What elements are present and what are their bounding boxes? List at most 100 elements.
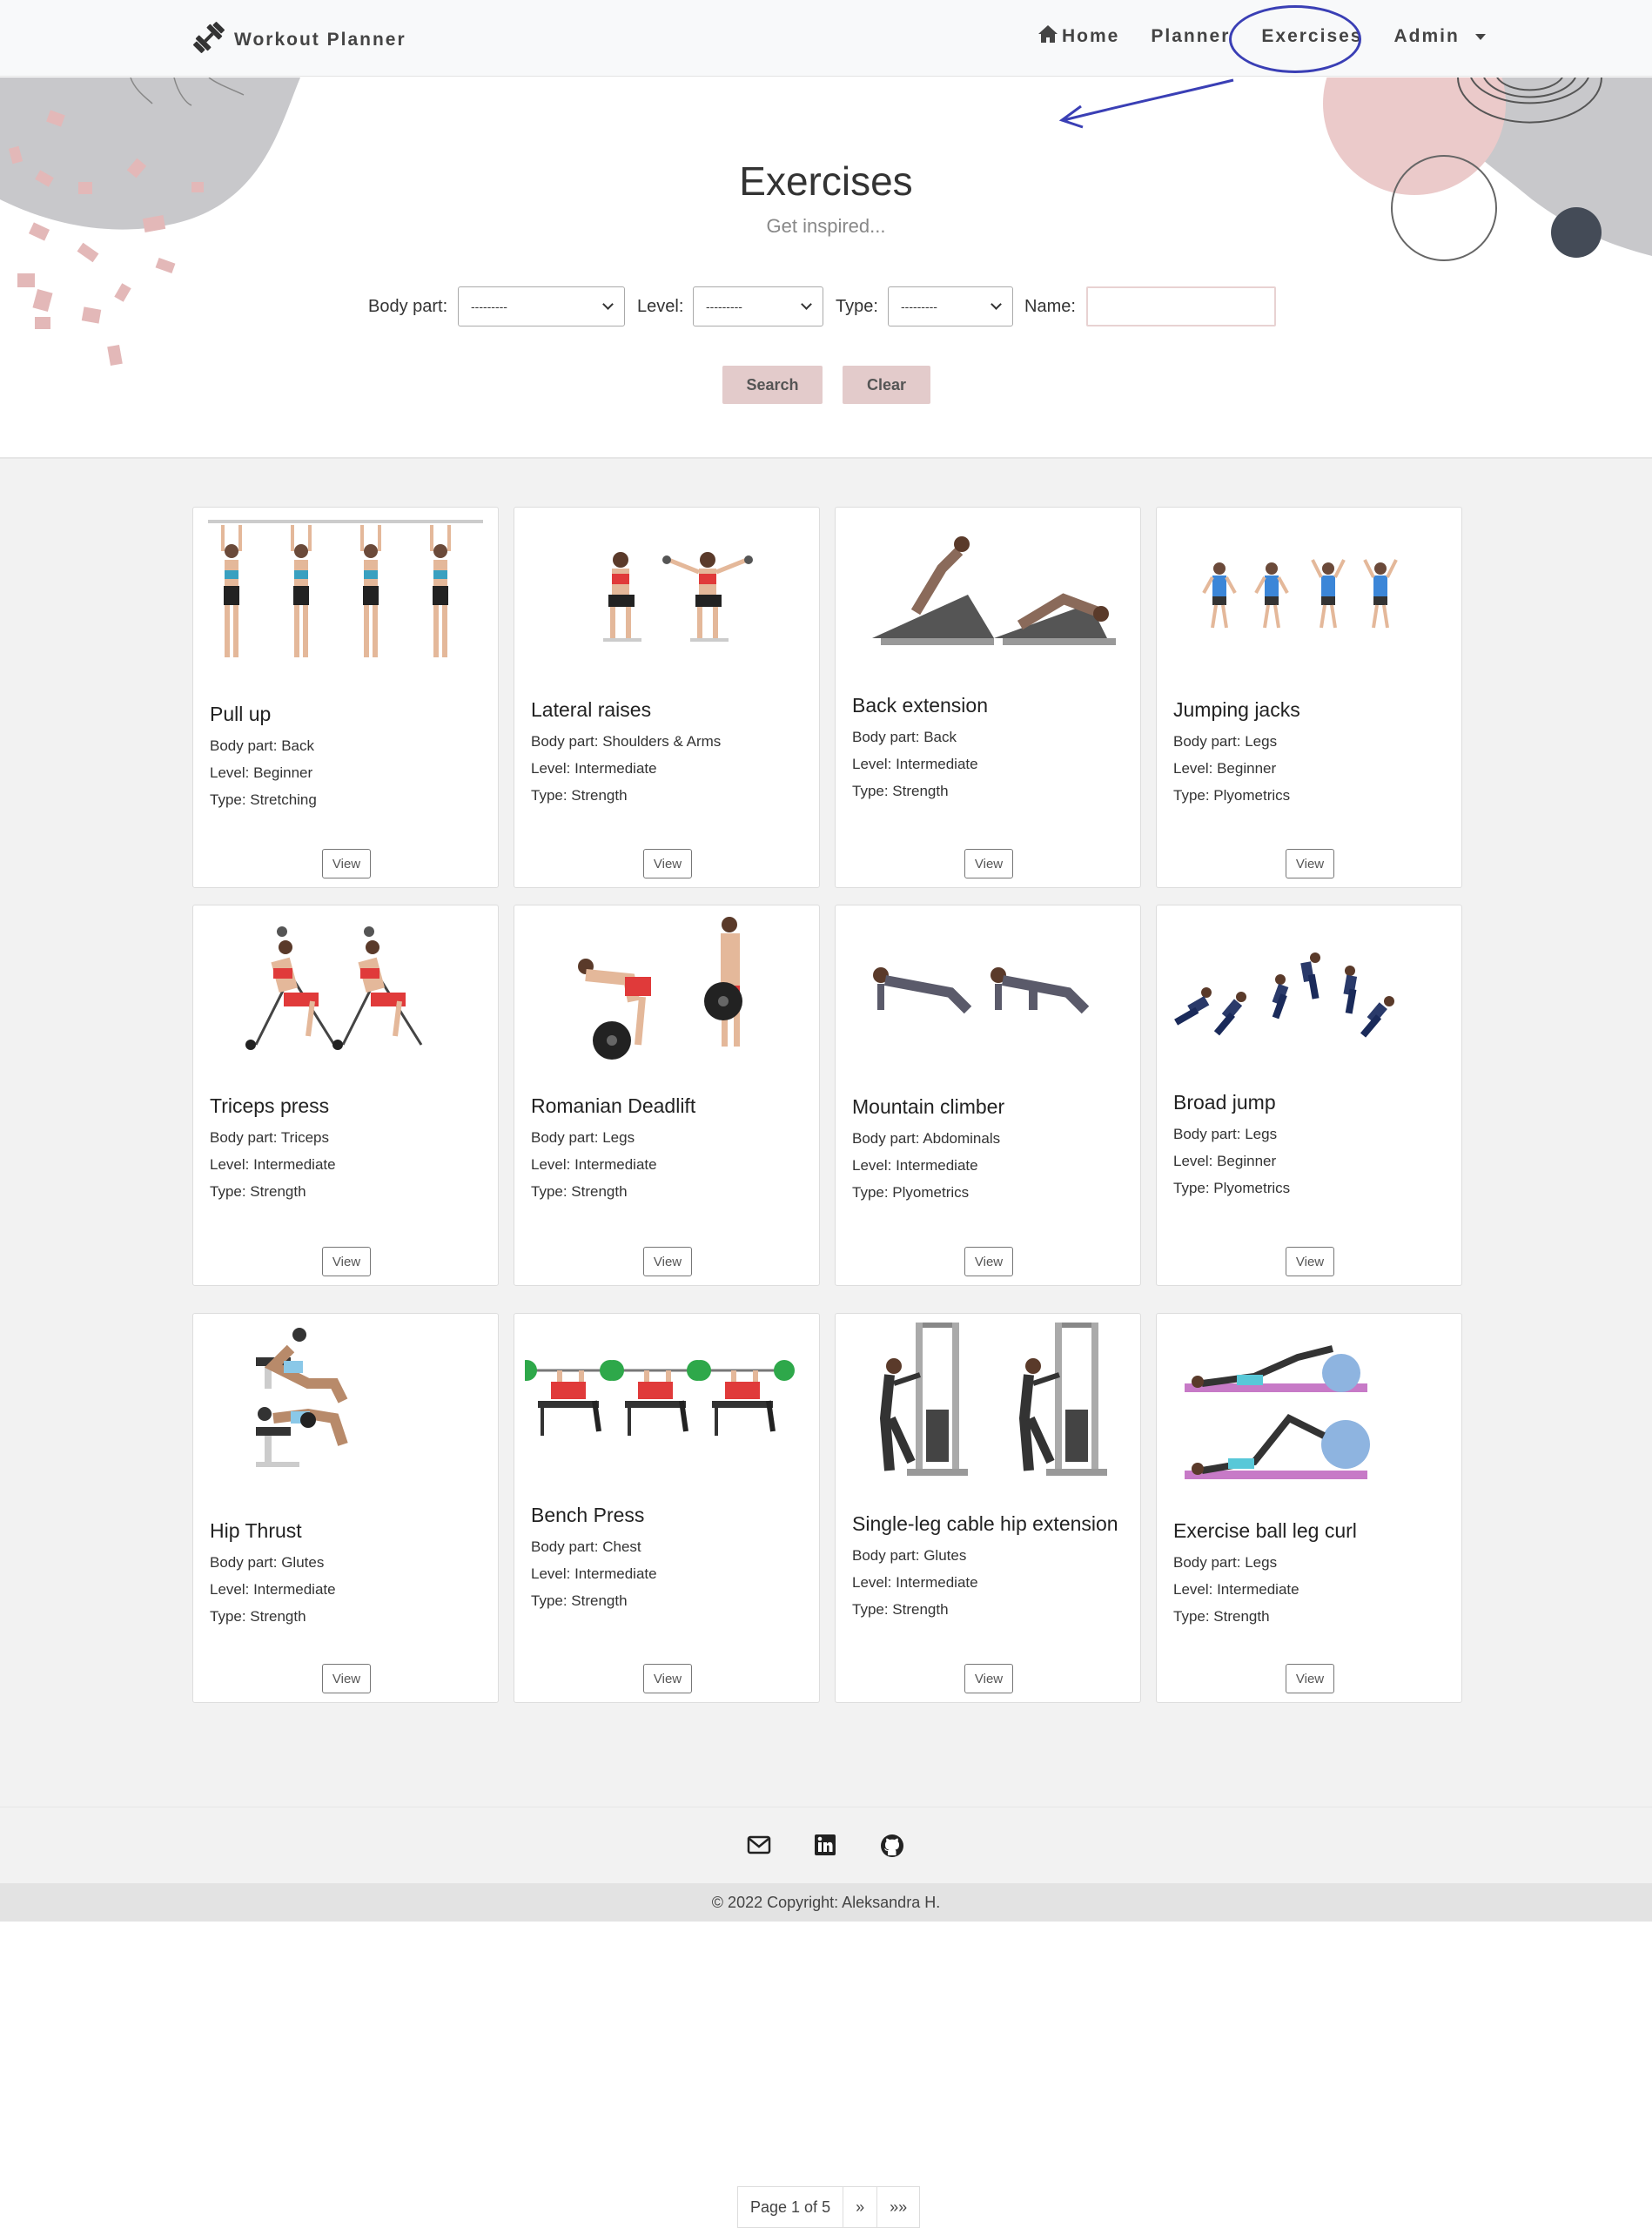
exercise-name: Jumping jacks: [1173, 698, 1300, 721]
decorative-background: [0, 77, 1652, 367]
exercise-type: Type: Strength: [531, 1592, 628, 1609]
level-label: Level:: [637, 297, 684, 316]
exercise-image: [578, 917, 742, 1060]
exercise-level: Level: Intermediate: [531, 1156, 657, 1173]
mail-icon[interactable]: [747, 1834, 771, 1861]
exercise-card: Romanian Deadlift Body part: Legs Level: I…: [514, 905, 820, 1286]
next-page-button[interactable]: »: [843, 2187, 878, 2227]
exercise-image: [1174, 952, 1394, 1038]
exercise-body-part: Body part: Shoulders & Arms: [531, 733, 722, 750]
chevron-down-icon: [602, 299, 614, 310]
exercise-details: Body part: Triceps Level: Intermediate Typ…: [210, 1124, 336, 1205]
view-button[interactable]: View: [1286, 1247, 1334, 1276]
exercise-image: [873, 967, 1090, 1014]
page-indicator: Page 1 of 5: [738, 2187, 844, 2227]
exercise-name: Exercise ball leg curl: [1173, 1519, 1357, 1542]
view-button[interactable]: View: [643, 849, 692, 878]
exercise-level: Level: Intermediate: [852, 1574, 978, 1591]
exercise-level: Level: Intermediate: [531, 1565, 657, 1582]
copyright: © 2022 Copyright: Aleksandra H.: [0, 1883, 1652, 1922]
dumbbell-icon: [191, 19, 227, 60]
pagination: Page 1 of 5 » »»: [737, 2186, 921, 2228]
exercise-name: Bench Press: [531, 1504, 645, 1526]
type-select[interactable]: ---------: [888, 286, 1013, 326]
exercise-level: Level: Intermediate: [852, 756, 978, 772]
exercise-type: Type: Stretching: [210, 791, 317, 808]
exercise-level: Level: Intermediate: [531, 760, 657, 777]
exercise-details: Body part: Chest Level: Intermediate Type:…: [531, 1533, 657, 1614]
exercise-image: [1202, 559, 1398, 629]
exercise-image: [208, 520, 483, 657]
exercise-details: Body part: Back Level: Intermediate Type: …: [852, 724, 978, 804]
level-select[interactable]: ---------: [693, 286, 823, 326]
view-button[interactable]: View: [1286, 1664, 1334, 1693]
exercise-body-part: Body part: Triceps: [210, 1129, 330, 1146]
exercise-body-part: Body part: Abdominals: [852, 1130, 1001, 1147]
nav-planner[interactable]: Planner: [1151, 26, 1230, 47]
view-button[interactable]: View: [322, 1664, 371, 1693]
exercise-body-part: Body part: Back: [852, 729, 957, 745]
exercise-body-part: Body part: Glutes: [210, 1554, 325, 1571]
linkedin-icon[interactable]: [814, 1834, 836, 1861]
name-label: Name:: [1024, 297, 1076, 316]
view-button[interactable]: View: [322, 1247, 371, 1276]
exercise-details: Body part: Legs Level: Beginner Type: Plyo…: [1173, 728, 1290, 809]
exercise-details: Body part: Shoulders & Arms Level: Interm…: [531, 728, 721, 809]
exercise-body-part: Body part: Legs: [1173, 1126, 1278, 1142]
nav-home[interactable]: Home: [1038, 24, 1119, 49]
brand[interactable]: Workout Planner: [191, 19, 406, 60]
exercise-details: Body part: Legs Level: Intermediate Type: …: [1173, 1549, 1299, 1630]
annotation-arrow: [1058, 78, 1234, 129]
view-button[interactable]: View: [643, 1664, 692, 1693]
body-part-select-value: ---------: [471, 300, 507, 313]
view-button[interactable]: View: [1286, 849, 1334, 878]
last-page-button[interactable]: »»: [877, 2187, 919, 2227]
nav-admin-dropdown[interactable]: Admin: [1393, 26, 1485, 47]
view-button[interactable]: View: [964, 849, 1013, 878]
exercise-details: Body part: Glutes Level: Intermediate Type…: [210, 1549, 336, 1630]
exercise-name: Mountain climber: [852, 1095, 1005, 1118]
exercise-type: Type: Plyometrics: [852, 1184, 970, 1201]
exercise-body-part: Body part: Legs: [1173, 733, 1278, 750]
home-icon: [1038, 24, 1058, 49]
exercise-details: Body part: Glutes Level: Intermediate Type…: [852, 1542, 978, 1623]
exercise-type: Type: Strength: [852, 783, 949, 799]
exercise-name: Hip Thrust: [210, 1519, 302, 1542]
clear-button[interactable]: Clear: [843, 366, 930, 404]
exercise-card: Exercise ball leg curl Body part: Legs Lev…: [1156, 1313, 1462, 1703]
page-subtitle: Get inspired...: [766, 215, 886, 237]
exercise-level: Level: Intermediate: [1173, 1581, 1299, 1598]
exercise-image: [879, 1323, 1107, 1476]
exercise-card: Bench Press Body part: Chest Level: Interm…: [514, 1313, 820, 1703]
exercise-type: Type: Plyometrics: [1173, 787, 1291, 804]
body-part-select[interactable]: ---------: [458, 286, 625, 326]
view-button[interactable]: View: [322, 849, 371, 878]
exercise-level: Level: Beginner: [210, 764, 313, 781]
exercise-details: Body part: Back Level: Beginner Type: Stre…: [210, 732, 317, 813]
exercise-card: Lateral raises Body part: Shoulders & Arm…: [514, 507, 820, 888]
annotation-circle: [1229, 5, 1361, 73]
name-input[interactable]: [1086, 286, 1276, 326]
exercise-type: Type: Strength: [210, 1608, 306, 1625]
exercise-card: Jumping jacks Body part: Legs Level: Begin…: [1156, 507, 1462, 888]
view-button[interactable]: View: [964, 1664, 1013, 1693]
search-button[interactable]: Search: [722, 366, 823, 404]
type-select-value: ---------: [901, 300, 937, 313]
view-button[interactable]: View: [643, 1247, 692, 1276]
nav-admin-label: Admin: [1393, 26, 1460, 46]
exercise-card: Pull up Body part: Back Level: Beginner Typ…: [192, 507, 499, 888]
github-icon[interactable]: [880, 1834, 904, 1862]
view-button[interactable]: View: [964, 1247, 1013, 1276]
exercise-type: Type: Strength: [210, 1183, 306, 1200]
exercise-name: Lateral raises: [531, 698, 652, 721]
exercise-image: [256, 1328, 348, 1467]
hero-section: Exercises Get inspired... Body part: ---…: [0, 77, 1652, 459]
exercise-image: [1185, 1345, 1370, 1479]
exercise-level: Level: Intermediate: [852, 1157, 978, 1174]
exercise-image: [525, 1360, 795, 1436]
exercise-type: Type: Strength: [531, 1183, 628, 1200]
nav-planner-label: Planner: [1151, 26, 1231, 46]
exercise-body-part: Body part: Legs: [1173, 1554, 1278, 1571]
type-label: Type:: [836, 297, 878, 316]
brand-name: Workout Planner: [234, 29, 406, 50]
